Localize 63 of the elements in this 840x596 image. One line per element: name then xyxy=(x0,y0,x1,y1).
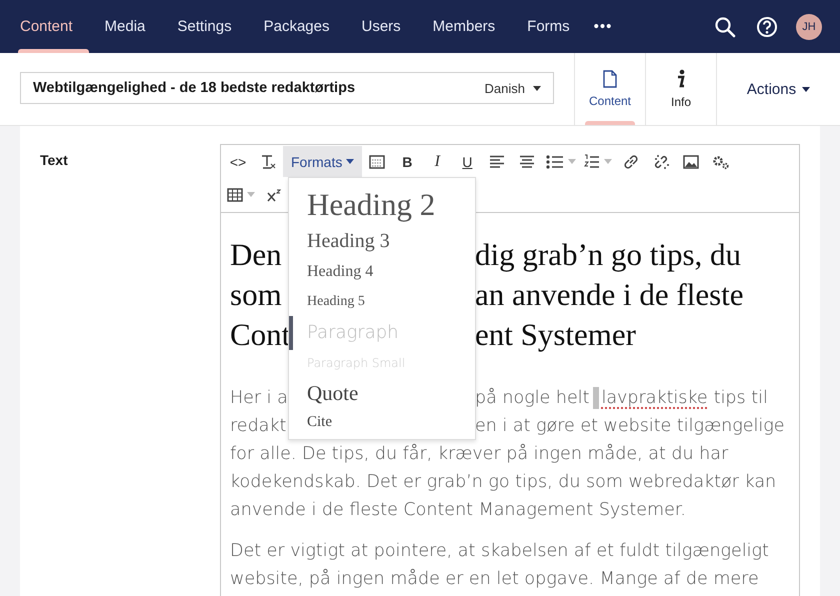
app-tab[interactable]: Content xyxy=(574,53,645,125)
paragraph-text: anvende i de fleste Content Management Systemer. xyxy=(230,499,686,522)
heading-text: dig grab’n go tips, du xyxy=(475,236,742,274)
paragraph-text: en i at gøre et website tilgængelige xyxy=(475,415,785,438)
underline-button[interactable]: U xyxy=(452,146,482,177)
more-button[interactable]: ••• xyxy=(586,18,624,35)
table-icon xyxy=(227,188,243,202)
nav-tab[interactable]: Content xyxy=(4,0,89,53)
text-fragment: Cont xyxy=(230,317,290,352)
field-label: Text xyxy=(39,151,69,170)
paragraph-text: for alle. De tips, du får, kræver på ingen måde, at du har xyxy=(230,442,728,466)
menu-item[interactable]: Cite xyxy=(289,409,475,435)
paragraph-text: website, på ingen måde er en let opgave. Mange af de mere xyxy=(230,568,759,591)
superscript-icon xyxy=(266,188,282,202)
text-fragment: redakt xyxy=(230,416,286,436)
rich-text-editor[interactable] xyxy=(220,144,800,596)
bullet-list-icon xyxy=(546,154,564,168)
template-icon xyxy=(369,154,386,168)
menu-item[interactable]: Quote xyxy=(289,377,475,409)
search-icon[interactable] xyxy=(714,16,736,38)
nav-tab[interactable]: Packages xyxy=(248,0,346,53)
name-field[interactable]: Webtilgængelighed - de 18 bedste redaktørtips Danish xyxy=(20,72,554,104)
app-label: Content xyxy=(588,94,632,108)
text-fragment: Her i a xyxy=(230,388,288,408)
italic-button[interactable]: I xyxy=(422,146,452,177)
document-icon xyxy=(603,70,617,88)
paragraph-text: på nogle helt xyxy=(475,386,590,410)
app-tab[interactable]: Info xyxy=(645,53,716,125)
user-avatar[interactable]: JH xyxy=(796,14,822,40)
help-icon[interactable] xyxy=(756,16,778,38)
menu-item[interactable]: Heading 3 xyxy=(289,226,475,256)
image-icon xyxy=(683,154,700,168)
paragraph-text: tips til xyxy=(714,387,768,410)
nav-tab[interactable]: Forms xyxy=(511,0,586,53)
actions-button[interactable]: Actions xyxy=(716,53,840,125)
nav-tab[interactable]: Members xyxy=(416,0,512,53)
text-fragment: Den xyxy=(230,237,282,272)
heading-text: an anvende i de fleste xyxy=(475,276,744,314)
paragraph-text: kodekendskab. Det er grab’n go tips, du som webredaktør kan xyxy=(230,471,776,494)
info-icon xyxy=(676,69,686,89)
menu-item[interactable]: Heading 4 xyxy=(289,256,475,288)
app-label: Info xyxy=(670,95,691,109)
unlink-icon xyxy=(653,154,670,170)
nav-tab[interactable]: Settings xyxy=(161,0,248,53)
bold-button[interactable]: B xyxy=(392,146,422,177)
gears-icon xyxy=(712,154,730,170)
nav-tab[interactable]: Media xyxy=(88,0,162,53)
paragraph-text: Det er vigtigt at pointere, at skabelsen af et fuldt tilgængeligt xyxy=(230,540,769,563)
misspelled-word: lavpraktiske xyxy=(601,387,708,410)
align-left-icon xyxy=(489,154,506,168)
heading-text: ent Systemer xyxy=(475,316,636,354)
nav-tab[interactable]: Users xyxy=(345,0,417,53)
clear-format-icon xyxy=(260,154,276,170)
menu-item[interactable]: Heading 2 xyxy=(289,184,475,226)
menu-item[interactable]: Heading 5 xyxy=(289,288,475,316)
numbered-list-icon xyxy=(584,154,600,170)
align-center-icon xyxy=(519,154,536,168)
content-name: Webtilgængelighed - de 18 bedste redaktørtips xyxy=(33,80,356,96)
link-icon xyxy=(623,154,640,170)
language-dropdown[interactable]: Danish xyxy=(484,80,541,96)
text-fragment: som xyxy=(230,277,282,312)
code-button[interactable]: <> xyxy=(223,146,253,177)
formats-dropdown[interactable]: Formats xyxy=(283,146,362,177)
